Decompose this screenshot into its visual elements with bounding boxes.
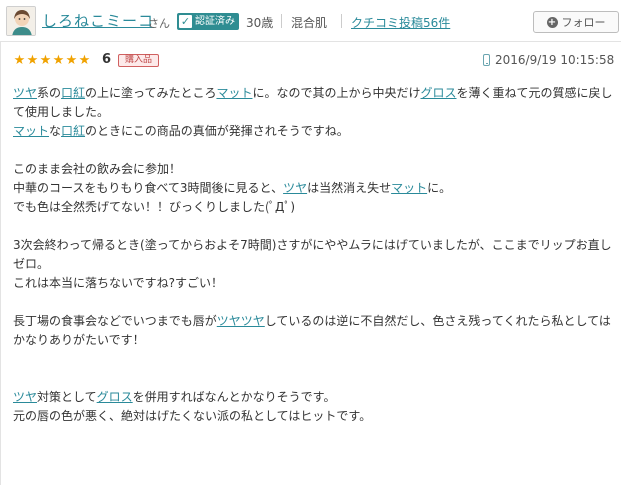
review-text: 元の唇の色が悪く、絶対はげたくない派の私としてはヒットです。 — [13, 409, 372, 423]
keyword-link[interactable]: 口紅 — [61, 124, 85, 138]
review-text: を併用すればなんとかなりそうです。 — [132, 390, 336, 404]
reviewer-age: 30歳 — [246, 16, 274, 30]
star-icon: ★ — [52, 53, 65, 68]
star-icon: ★ — [26, 53, 39, 68]
keyword-link[interactable]: マット — [216, 86, 252, 100]
review-text: に。 — [427, 181, 452, 195]
rating-value: 6 — [102, 52, 112, 67]
honorific: さん — [148, 17, 170, 30]
checkmark-icon: ✓ — [179, 15, 192, 28]
keyword-link[interactable]: ツヤ — [283, 181, 307, 195]
avatar[interactable] — [6, 6, 36, 36]
follow-label: フォロー — [561, 16, 606, 29]
verified-badge: ✓ 認証済み — [177, 13, 239, 30]
keyword-link[interactable]: グロス — [97, 390, 133, 404]
review-paragraph: ツヤ対策としてグロスを併用すればなんとかなりそうです。 — [13, 388, 613, 407]
star-icon: ★ — [65, 53, 78, 68]
reviewer-skin-type: 混合肌 — [291, 16, 328, 30]
review-text: のときにこの商品の真価が発揮されそうですね。 — [85, 124, 349, 138]
post-date: 2016/9/19 10:15:58 — [495, 53, 615, 67]
keyword-link[interactable]: マット — [391, 181, 427, 195]
reviewer-name-link[interactable]: しろねこミーコ — [42, 10, 154, 31]
mobile-phone-icon — [483, 54, 490, 66]
review-paragraph: 元の唇の色が悪く、絶対はげたくない派の私としてはヒットです。 — [13, 407, 613, 426]
review-paragraph: これは本当に落ちないですね?すごい！ — [13, 274, 613, 293]
review-text: は当然消え失せ — [307, 181, 392, 195]
keyword-link[interactable]: ツヤ — [13, 390, 37, 404]
review-meta: ★ ★ ★ ★ ★ ★ 6 購入品 2016/9/19 10:15:58 — [0, 50, 621, 72]
card-border — [0, 42, 1, 485]
review-text: な — [49, 124, 62, 138]
star-icon: ★ — [39, 53, 52, 68]
keyword-link[interactable]: ツヤ — [13, 86, 37, 100]
star-icon: ★ — [78, 53, 91, 68]
review-text: 対策として — [37, 390, 97, 404]
review-text: 中華のコースをもりもり食べて3時間後に見ると、 — [13, 181, 284, 195]
review-paragraph: 3次会終わって帰るとき(塗ってからおよそ7時間)さすがにややムラにはげていました… — [13, 236, 613, 274]
review-paragraph: 長丁場の食事会などでいつまでも唇がツヤツヤしているのは逆に不自然だし、色さえ残っ… — [13, 312, 613, 350]
review-text: 長丁場の食事会などでいつまでも唇が — [13, 314, 217, 328]
review-count-link[interactable]: クチコミ投稿56件 — [351, 14, 450, 31]
follow-button[interactable]: + フォロー — [533, 11, 619, 33]
review-paragraph: マットな口紅のときにこの商品の真価が発揮されそうですね。 — [13, 122, 613, 141]
review-text: 系の — [37, 86, 62, 100]
keyword-link[interactable]: マット — [13, 124, 49, 138]
review-text: の上に塗ってみたところ — [85, 86, 217, 100]
user-avatar-icon — [7, 7, 35, 35]
review-paragraph: ツヤ系の口紅の上に塗ってみたところマットに。なので其の上から中央だけグロスを薄く… — [13, 84, 613, 122]
divider — [341, 14, 342, 28]
keyword-link[interactable]: ツヤツヤ — [217, 314, 265, 328]
keyword-link[interactable]: グロス — [420, 86, 456, 100]
review-text: このまま会社の飲み会に参加！ — [13, 162, 182, 176]
review-text: これは本当に落ちないですね?すごい！ — [13, 276, 224, 290]
review-paragraph: 中華のコースをもりもり食べて3時間後に見ると、ツヤは当然消え失せマットに。 — [13, 179, 613, 198]
review-paragraph: このまま会社の飲み会に参加！ — [13, 160, 613, 179]
purchase-badge: 購入品 — [118, 54, 160, 67]
star-icon: ★ — [13, 53, 26, 68]
review-paragraph: でも色は全然禿げてない！！びっくりしました(ﾟДﾟ) — [13, 198, 613, 217]
plus-icon: + — [546, 16, 558, 28]
keyword-link[interactable]: 口紅 — [61, 86, 85, 100]
review-body: ツヤ系の口紅の上に塗ってみたところマットに。なので其の上から中央だけグロスを薄く… — [13, 84, 613, 426]
review-text: でも色は全然禿げてない！！びっくりしました(ﾟДﾟ) — [13, 200, 296, 214]
divider — [281, 14, 282, 28]
reviewer-header: しろねこミーコ さん ✓ 認証済み 30歳 混合肌 クチコミ投稿56件 + フォ… — [0, 0, 621, 42]
review-text: に。なので其の上から中央だけ — [252, 86, 421, 100]
verified-label: 認証済み — [195, 16, 235, 27]
star-rating: ★ ★ ★ ★ ★ ★ — [13, 54, 91, 67]
review-text: 3次会終わって帰るとき(塗ってからおよそ7時間)さすがにややムラにはげていました… — [13, 238, 612, 271]
